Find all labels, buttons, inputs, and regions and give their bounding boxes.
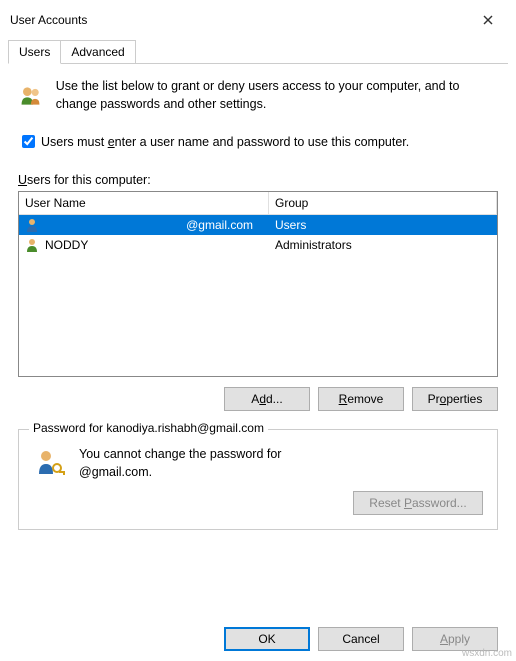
tab-users-panel: Use the list below to grant or deny user… [0,64,516,540]
properties-button[interactable]: Properties [412,387,498,411]
person-icon [25,218,39,232]
cell-username: @gmail.com [19,216,269,234]
window-title: User Accounts [10,13,87,27]
person-icon [25,238,39,252]
password-info-row: You cannot change the password for @gmai… [33,446,483,481]
reset-password-button: Reset Password... [353,491,483,515]
username-text: @gmail.com [186,218,263,232]
table-row[interactable]: NODDY Administrators [19,235,497,255]
password-info-text: You cannot change the password for @gmai… [79,446,281,481]
tab-users[interactable]: Users [8,40,61,64]
key-user-icon [33,446,67,480]
listview-header: User Name Group [19,192,497,215]
column-group[interactable]: Group [269,192,497,215]
column-username[interactable]: User Name [19,192,269,215]
users-listview[interactable]: User Name Group @gmail.com Users NODDY A… [18,191,498,377]
require-password-checkbox[interactable] [22,135,35,148]
cell-username: NODDY [19,236,269,254]
cancel-button[interactable]: Cancel [318,627,404,651]
cell-group: Users [269,216,497,234]
ok-button[interactable]: OK [224,627,310,651]
users-list-label: Users for this computer: [18,173,498,187]
list-buttons-row: Add... Remove Properties [18,387,498,411]
fieldset-legend: Password for kanodiya.rishabh@gmail.com [29,421,268,435]
cell-group: Administrators [269,236,497,254]
require-password-label: Users must enter a user name and passwor… [41,135,409,149]
remove-button[interactable]: Remove [318,387,404,411]
close-icon [483,15,493,25]
info-text: Use the list below to grant or deny user… [56,78,498,113]
require-password-checkbox-row[interactable]: Users must enter a user name and passwor… [18,132,498,151]
info-row: Use the list below to grant or deny user… [18,78,498,114]
tabstrip: Users Advanced [0,40,516,64]
close-button[interactable] [470,8,506,32]
users-icon [18,78,44,114]
watermark: wsxdn.com [462,648,512,659]
reset-password-row: Reset Password... [33,491,483,515]
password-fieldset: Password for kanodiya.rishabh@gmail.com … [18,429,498,530]
tab-advanced[interactable]: Advanced [60,40,135,64]
dialog-buttons: OK Cancel Apply [224,627,498,651]
add-button[interactable]: Add... [224,387,310,411]
username-text: NODDY [45,238,88,252]
table-row[interactable]: @gmail.com Users [19,215,497,235]
titlebar: User Accounts [0,0,516,40]
